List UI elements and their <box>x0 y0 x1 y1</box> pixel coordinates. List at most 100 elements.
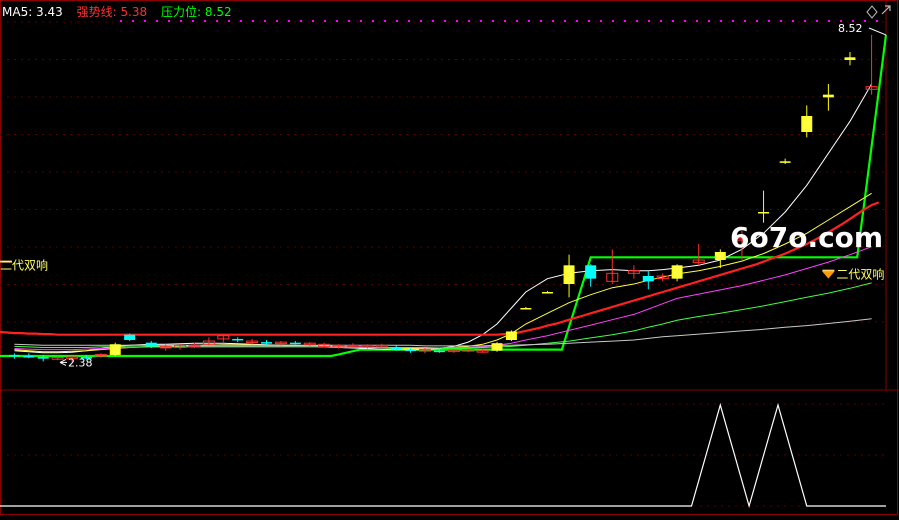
candle-body <box>8 354 20 357</box>
top-ref-dot <box>816 20 818 22</box>
top-ref-dot <box>708 20 710 22</box>
top-ref-dot <box>552 20 554 22</box>
top-ref-dot <box>600 20 602 22</box>
legend-ma5: MA5: 3.43 <box>2 5 63 19</box>
top-ref-dot <box>648 20 650 22</box>
top-ref-dot <box>684 20 686 22</box>
top-ref-dot <box>336 20 338 22</box>
top-ref-dot <box>228 20 230 22</box>
top-ref-dot <box>636 20 638 22</box>
candle-body-highlight <box>673 265 682 279</box>
legend-resistance: 压力位: 8.52 <box>161 5 232 19</box>
top-ref-dot <box>384 20 386 22</box>
candle-body-highlight <box>802 116 811 132</box>
top-ref-dot <box>444 20 446 22</box>
top-ref-dot <box>492 20 494 22</box>
top-ref-dot <box>672 20 674 22</box>
ma-line-2 <box>14 192 872 353</box>
top-ref-dot <box>624 20 626 22</box>
top-ref-dot <box>120 20 122 22</box>
top-ref-dot <box>756 20 758 22</box>
top-ref-dot <box>348 20 350 22</box>
top-ref-dot <box>132 20 134 22</box>
signal-diamond-top <box>822 269 835 272</box>
top-ref-dot <box>504 20 506 22</box>
signal-label: 二代双响 <box>836 267 884 282</box>
top-ref-dot <box>216 20 218 22</box>
top-ref-dot <box>828 20 830 22</box>
top-ref-dot <box>396 20 398 22</box>
candle-body-highlight <box>759 212 768 214</box>
low-price-label: 2.38 <box>68 356 93 369</box>
top-ref-dot <box>324 20 326 22</box>
chart-stage: 二代双响 二代双响 8.52 2.38 <box>0 0 899 516</box>
top-ref-dot <box>876 20 878 22</box>
candle-body <box>390 347 402 350</box>
top-ref-dot <box>456 20 458 22</box>
high-price-pointer <box>868 27 887 36</box>
top-ref-dot <box>192 20 194 22</box>
candle-body-highlight <box>565 265 574 284</box>
top-ref-dot <box>360 20 362 22</box>
candle-body <box>145 342 157 347</box>
top-ref-dot <box>252 20 254 22</box>
top-ref-dot <box>576 20 578 22</box>
candle-body-highlight <box>521 308 530 310</box>
top-ref-dot <box>204 20 206 22</box>
top-ref-dot <box>612 20 614 22</box>
top-ref-dot <box>420 20 422 22</box>
diamond-icon <box>866 5 878 19</box>
top-ref-dot <box>732 20 734 22</box>
top-ref-dot <box>156 20 158 22</box>
top-ref-dot <box>180 20 182 22</box>
top-ref-dot <box>300 20 302 22</box>
ma-line-5 <box>14 318 872 347</box>
top-ref-dot <box>312 20 314 22</box>
top-ref-dot <box>792 20 794 22</box>
candle-body <box>232 338 244 341</box>
top-ref-dot <box>408 20 410 22</box>
candle-body-highlight <box>493 343 502 351</box>
top-ref-dot <box>540 20 542 22</box>
candle-body <box>405 349 417 352</box>
top-ref-dot <box>744 20 746 22</box>
candle-body <box>289 342 301 345</box>
top-ref-dot <box>696 20 698 22</box>
candle-body <box>23 356 35 358</box>
candle-body <box>585 265 597 279</box>
top-ref-dot <box>276 20 278 22</box>
top-ref-dot <box>720 20 722 22</box>
candle-body-highlight <box>824 94 833 98</box>
top-ref-dot <box>372 20 374 22</box>
watermark-text: 6o7o.com <box>730 221 884 254</box>
top-ref-dot <box>768 20 770 22</box>
top-ref-dot <box>864 20 866 22</box>
ma-line-1 <box>14 83 873 354</box>
top-ref-dot <box>264 20 266 22</box>
top-ref-dot <box>528 20 530 22</box>
top-ref-dot <box>780 20 782 22</box>
high-price-label: 8.52 <box>838 22 863 35</box>
top-ref-dot <box>480 20 482 22</box>
chart-svg: 二代双响二代双响8.522.38 <box>0 0 899 515</box>
candle-body-highlight <box>781 161 790 163</box>
candle-body <box>433 350 445 353</box>
top-ref-dot <box>144 20 146 22</box>
top-ref-dot <box>804 20 806 22</box>
top-ref-dot <box>468 20 470 22</box>
candle-body-highlight <box>507 331 516 340</box>
signal-label: 二代双响 <box>0 258 48 273</box>
candle-body-highlight <box>543 292 552 294</box>
top-ref-dot <box>516 20 518 22</box>
candle-body <box>37 357 49 359</box>
top-ref-dot <box>432 20 434 22</box>
top-ref-dot <box>168 20 170 22</box>
top-ref-dot <box>564 20 566 22</box>
candle-body <box>642 276 654 282</box>
candle-body-highlight <box>111 344 120 355</box>
top-ref-dot <box>288 20 290 22</box>
top-ref-dot <box>660 20 662 22</box>
ma-line-4 <box>14 282 872 349</box>
candle-body <box>261 342 273 344</box>
candle-body <box>124 334 136 340</box>
